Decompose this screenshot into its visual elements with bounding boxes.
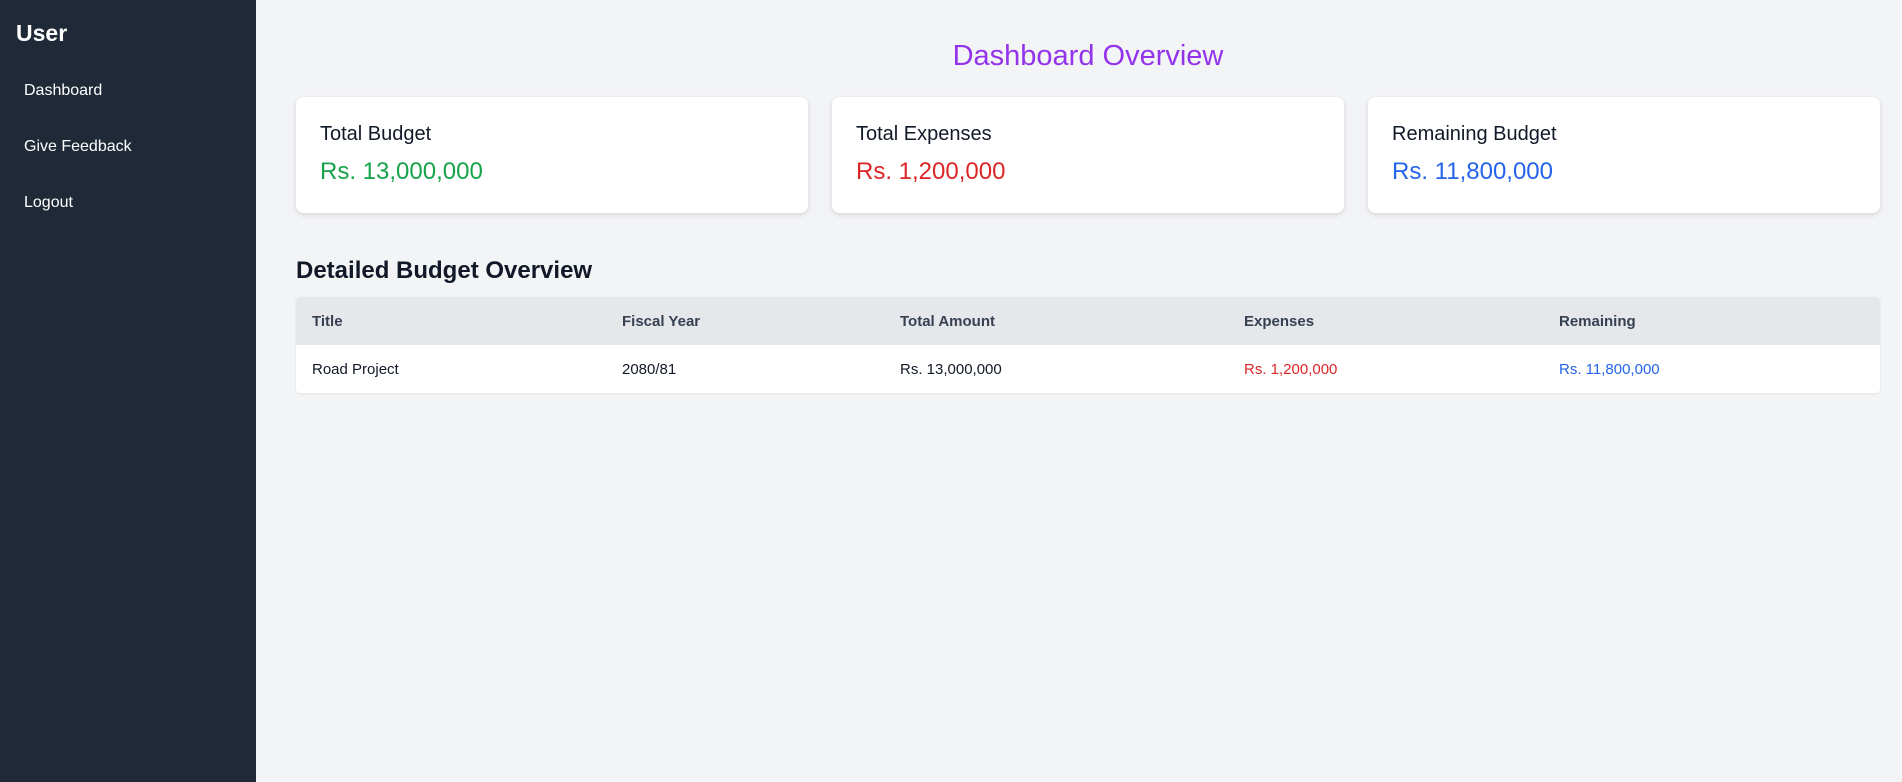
table-header: Title Fiscal Year Total Amount Expenses … bbox=[296, 297, 1880, 345]
cell-remaining: Rs. 11,800,000 bbox=[1559, 360, 1660, 378]
cell-fiscal-year: 2080/81 bbox=[622, 360, 677, 378]
table-body: Road Project 2080/81 Rs. 13,000,000 Rs. … bbox=[296, 345, 1880, 393]
table-row: Road Project 2080/81 Rs. 13,000,000 Rs. … bbox=[296, 345, 1880, 393]
column-header-remaining: Remaining bbox=[1559, 312, 1636, 330]
total-expenses-card: Total Expenses Rs. 1,200,000 bbox=[832, 97, 1344, 213]
sidebar-item-logout[interactable]: Logout bbox=[16, 175, 240, 231]
column-header-title: Title bbox=[312, 312, 343, 330]
remaining-budget-card: Remaining Budget Rs. 11,800,000 bbox=[1368, 97, 1880, 213]
page-title: Dashboard Overview bbox=[952, 40, 1224, 72]
summary-cards: Total Budget Rs. 13,000,000 Total Expens… bbox=[296, 97, 1880, 213]
sidebar-title: User bbox=[16, 20, 68, 46]
card-value: Rs. 13,000,000 bbox=[320, 158, 483, 185]
card-value: Rs. 1,200,000 bbox=[856, 158, 1006, 185]
column-header-total-amount: Total Amount bbox=[900, 312, 995, 330]
sidebar-item-give-feedback[interactable]: Give Feedback bbox=[16, 119, 240, 175]
table-header-row: Title Fiscal Year Total Amount Expenses … bbox=[296, 297, 1880, 345]
card-label: Total Budget bbox=[320, 123, 432, 145]
cell-title: Road Project bbox=[312, 360, 399, 378]
section-title: Detailed Budget Overview bbox=[296, 257, 593, 284]
total-budget-card: Total Budget Rs. 13,000,000 bbox=[296, 97, 808, 213]
card-label: Remaining Budget bbox=[1392, 123, 1557, 145]
sidebar-item-dashboard[interactable]: Dashboard bbox=[16, 63, 240, 119]
sidebar: User Dashboard Give Feedback Logout bbox=[0, 0, 256, 782]
cell-total-amount: Rs. 13,000,000 bbox=[900, 360, 1002, 378]
card-value: Rs. 11,800,000 bbox=[1392, 158, 1554, 185]
column-header-fiscal-year: Fiscal Year bbox=[622, 312, 701, 330]
sidebar-nav: Dashboard Give Feedback Logout bbox=[16, 75, 240, 243]
card-label: Total Expenses bbox=[856, 123, 992, 145]
budget-table: Title Fiscal Year Total Amount Expenses … bbox=[296, 297, 1880, 393]
cell-expenses: Rs. 1,200,000 bbox=[1244, 360, 1338, 378]
column-header-expenses: Expenses bbox=[1244, 312, 1315, 330]
app-root: User Dashboard Give Feedback Logout Dash… bbox=[0, 0, 1902, 782]
main-content: Dashboard Overview Total Budget Rs. 13,0… bbox=[256, 0, 1902, 782]
